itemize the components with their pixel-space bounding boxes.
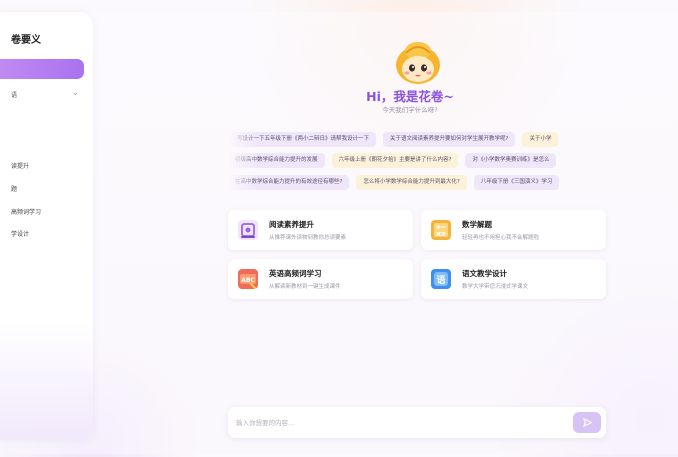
send-icon: [582, 418, 592, 427]
feature-card-reading[interactable]: 阅读素养提升 从推荐课外读物到教你总读要素: [228, 210, 413, 250]
suggestion-chip[interactable]: 初级高中数学综合能力提升的发展: [228, 153, 325, 168]
suggestion-chip[interactable]: 对《小学数学奥赛训练》是怎么: [465, 153, 557, 168]
sidebar: 卷要义 语 ⌄ 读提升 题 高频词学习 学设计: [0, 12, 93, 440]
feature-card-chinese[interactable]: 语 语文教学设计 数学大学带您沉浸式学课文: [421, 259, 606, 299]
greeting-subtitle: 今天我们学什么呀?: [382, 106, 438, 114]
chat-input[interactable]: [236, 415, 556, 430]
svg-text:语: 语: [436, 275, 445, 286]
svg-text:ABC: ABC: [241, 277, 255, 284]
sidebar-item-math[interactable]: 题: [11, 184, 17, 193]
suggestion-row: 写设计一下五年级下册《两小二辩日》请帮我设计一下 关于语文阅读素养提升要如何对学生…: [228, 132, 609, 148]
sidebar-item-reading[interactable]: 读提升: [11, 161, 29, 170]
feature-card-math[interactable]: 数学解题 轻轻再也不用担心我不会解题啦: [421, 210, 606, 250]
suggestion-chip[interactable]: 八年级下册《三国演义》学习: [473, 175, 560, 190]
english-abc-icon: ABC: [238, 269, 258, 289]
card-description: 从解读新教材到一键生成课件: [269, 284, 341, 290]
suggestion-row: 在高中数学综合能力提升的有效途径有哪些? 怎么将小学数学综合能力提升到最大化? 八年…: [228, 175, 609, 191]
chevron-down-icon[interactable]: ⌄: [72, 88, 79, 97]
sidebar-item-english[interactable]: 高频词学习: [11, 207, 41, 216]
sidebar-title: 卷要义: [11, 35, 41, 46]
card-title: 数学解题: [462, 220, 492, 229]
suggestion-row: 初级高中数学综合能力提升的发展 六年级上册《朝花夕拾》主要是讲了什么内容? 对《小学…: [228, 153, 609, 169]
suggestion-chip[interactable]: 写设计一下五年级下册《两小二辩日》请帮我设计一下: [230, 132, 377, 147]
card-title: 语文教学设计: [462, 269, 507, 278]
suggestion-chip[interactable]: 怎么将小学数学综合能力提升到最大化?: [356, 175, 467, 190]
math-icon: [431, 220, 451, 240]
sidebar-item-teaching[interactable]: 学设计: [11, 229, 29, 238]
mascot-avatar: [396, 42, 440, 84]
suggestion-chip[interactable]: 在高中数学综合能力提升的有效途径有哪些?: [228, 175, 350, 190]
chinese-teaching-icon: 语: [431, 269, 451, 289]
subject-selector[interactable]: 语: [11, 90, 17, 99]
chat-input-bar: [228, 407, 606, 438]
greeting-title: Hi，我是花卷~: [366, 89, 454, 104]
card-description: 轻轻再也不用担心我不会解题啦: [462, 235, 540, 241]
send-button[interactable]: [573, 412, 601, 433]
card-description: 数学大学带您沉浸式学课文: [462, 284, 529, 290]
card-title: 阅读素养提升: [269, 220, 314, 229]
feature-card-english[interactable]: ABC 英语高频词学习 从解读新教材到一键生成课件: [228, 259, 413, 299]
new-chat-button[interactable]: [0, 59, 84, 79]
suggestion-chip[interactable]: 关于小学: [522, 132, 559, 147]
reading-icon: [238, 220, 258, 240]
card-description: 从推荐课外读物到教你总读要素: [269, 235, 347, 241]
suggestion-chip[interactable]: 关于语文阅读素养提升要如何对学生展开教学呢?: [383, 132, 516, 147]
card-title: 英语高频词学习: [269, 269, 322, 278]
suggestion-chip[interactable]: 六年级上册《朝花夕拾》主要是讲了什么内容?: [331, 153, 459, 168]
